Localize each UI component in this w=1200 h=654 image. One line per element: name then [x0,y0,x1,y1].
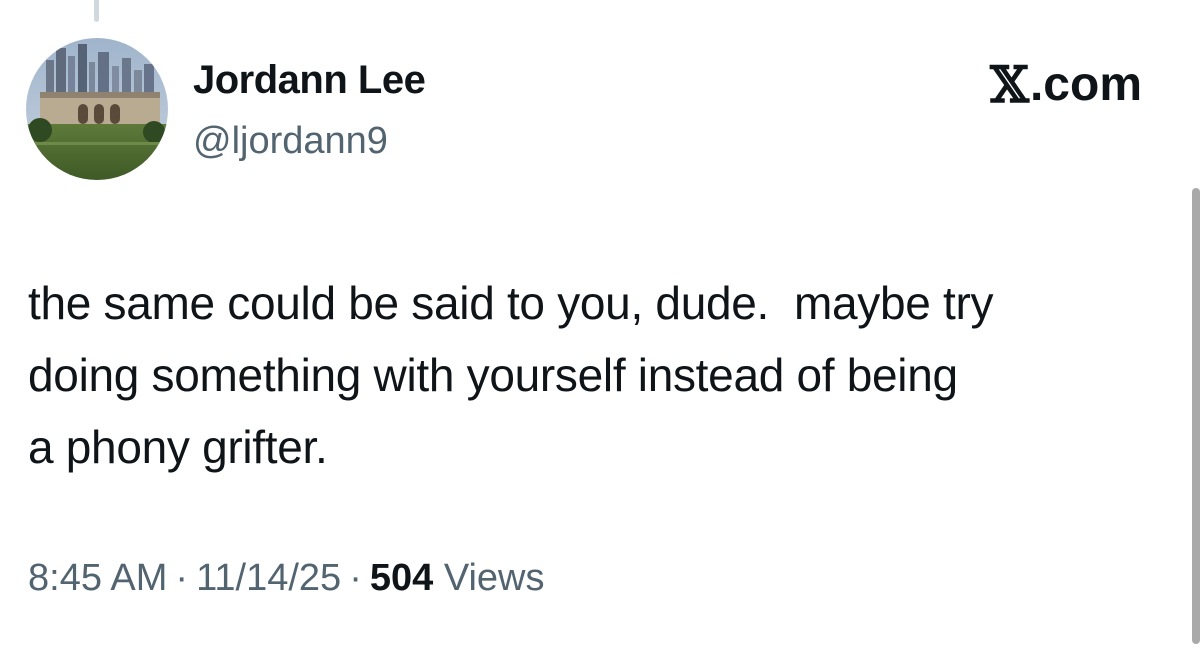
city-skyline-avatar-image [26,38,168,180]
brand-domain-suffix: .com [1029,58,1142,111]
views-count: 504 [369,557,434,599]
tweet-meta: 8:45 AM · 11/14/25 · 504 Views [28,557,545,600]
avatar[interactable] [26,38,168,180]
scrollbar[interactable] [1192,188,1200,644]
thread-connector-line [94,0,99,22]
views-label: Views [443,557,545,599]
author-handle[interactable]: @ljordann9 [193,120,388,163]
author-display-name[interactable]: Jordann Lee [193,58,426,103]
meta-separator: · [175,557,189,599]
x-com-brand: 𝕏 .com [990,55,1142,114]
tweet-date[interactable]: 11/14/25 [196,557,341,599]
tweet-text: the same could be said to you, dude. may… [28,277,994,473]
meta-separator: · [349,557,362,599]
x-logo-icon: 𝕏 [990,55,1029,114]
tweet-time[interactable]: 8:45 AM [28,557,167,599]
